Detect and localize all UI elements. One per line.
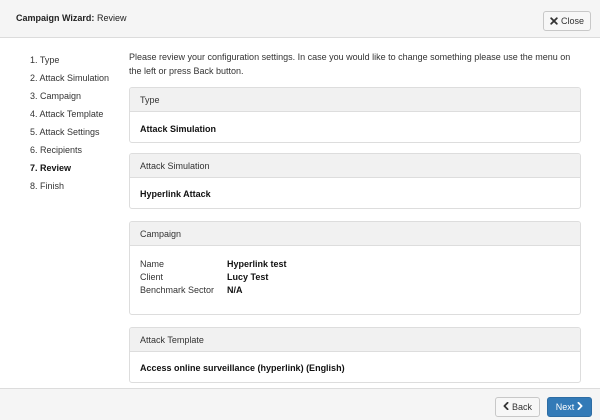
attack-simulation-panel: Attack Simulation Hyperlink Attack (129, 153, 581, 209)
step-attack-simulation[interactable]: 2. Attack Simulation (30, 72, 109, 90)
campaign-client-value: Lucy Test (227, 272, 269, 282)
campaign-benchmark-row: Benchmark Sector N/A (140, 284, 570, 297)
close-icon (550, 17, 558, 25)
close-button-label: Close (560, 15, 584, 26)
page-title-bold: Campaign Wizard: (16, 13, 95, 23)
campaign-client-row: Client Lucy Test (140, 271, 570, 284)
step-finish[interactable]: 8. Finish (30, 180, 109, 198)
wizard-steps: 1. Type 2. Attack Simulation 3. Campaign… (30, 54, 109, 198)
attack-template-panel: Attack Template Access online surveillan… (129, 327, 581, 383)
next-button[interactable]: Next (547, 397, 592, 417)
type-value: Attack Simulation (140, 124, 217, 134)
page-title: Campaign Wizard: Review (16, 13, 126, 23)
step-recipients[interactable]: 6. Recipients (30, 144, 109, 162)
wizard-header: Campaign Wizard: Review (0, 0, 600, 38)
campaign-panel-heading: Campaign (130, 222, 580, 246)
next-button-label: Next (555, 401, 575, 412)
campaign-benchmark-label: Benchmark Sector (140, 285, 215, 295)
attack-template-value: Access online surveillance (hyperlink) (… (140, 363, 345, 373)
campaign-client-label: Client (140, 272, 164, 282)
campaign-name-label: Name (140, 259, 165, 269)
back-button-label: Back (511, 401, 532, 412)
attack-simulation-panel-heading: Attack Simulation (130, 154, 580, 178)
step-type[interactable]: 1. Type (30, 54, 109, 72)
campaign-benchmark-value: N/A (227, 285, 243, 295)
step-attack-settings[interactable]: 5. Attack Settings (30, 126, 109, 144)
type-panel-heading: Type (130, 88, 580, 112)
page-title-step: Review (94, 13, 127, 23)
chevron-right-icon (577, 401, 583, 412)
back-button[interactable]: Back (495, 397, 540, 417)
step-review[interactable]: 7. Review (30, 162, 109, 180)
review-instructions: Please review your configuration setting… (129, 52, 571, 76)
chevron-left-icon (503, 401, 509, 412)
attack-simulation-value: Hyperlink Attack (140, 189, 211, 199)
attack-template-panel-heading: Attack Template (130, 328, 580, 352)
campaign-panel: Campaign Name Hyperlink test Client Lucy… (129, 221, 581, 315)
campaign-name-value: Hyperlink test (227, 259, 287, 269)
type-panel: Type Attack Simulation (129, 87, 581, 143)
campaign-name-row: Name Hyperlink test (140, 258, 570, 271)
step-campaign[interactable]: 3. Campaign (30, 90, 109, 108)
close-button[interactable]: Close (543, 11, 591, 31)
step-attack-template[interactable]: 4. Attack Template (30, 108, 109, 126)
